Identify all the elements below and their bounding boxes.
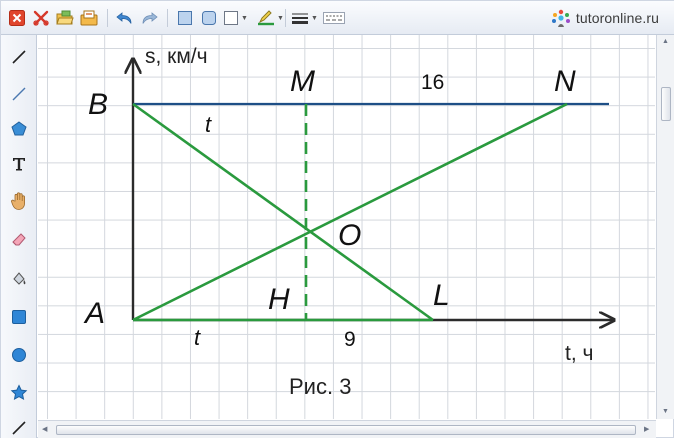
vertical-scroll-thumb[interactable] xyxy=(661,87,671,121)
segment-label-mn: 16 xyxy=(421,71,444,94)
scroll-up-icon[interactable]: ▲ xyxy=(662,38,669,45)
brush-tool-icon[interactable] xyxy=(8,417,30,438)
brand-logo: tutoronline.ru xyxy=(550,8,659,28)
fill-tool-icon[interactable] xyxy=(8,267,30,289)
fill-color-icon xyxy=(224,11,238,25)
close-icon[interactable] xyxy=(7,8,27,28)
hand-tool-icon[interactable] xyxy=(8,190,30,212)
polygon-tool-icon[interactable] xyxy=(8,118,30,140)
line-style-dropdown[interactable] xyxy=(323,8,345,28)
y-axis-label: s, км/ч xyxy=(145,45,208,68)
segment-label-top-t: t xyxy=(205,112,212,137)
tutoronline-logo-icon xyxy=(551,9,570,27)
text-tool-icon[interactable] xyxy=(8,153,30,175)
brand-name: tutoronline.ru xyxy=(575,10,659,26)
scroll-left-icon[interactable]: ◀ xyxy=(42,426,47,433)
circle-tool-icon[interactable] xyxy=(8,344,30,366)
undo-icon[interactable] xyxy=(115,8,135,28)
rectangle-tool-icon[interactable] xyxy=(8,306,30,328)
line-width-icon xyxy=(292,13,308,24)
point-label-l: L xyxy=(433,279,450,312)
pen-color-dropdown[interactable]: ▼ xyxy=(257,8,284,28)
drawing-canvas[interactable]: s, км/ч t, ч B A M N O H L t t 16 9 Рис.… xyxy=(38,35,655,419)
horizontal-scrollbar[interactable]: ◀ ▶ xyxy=(38,420,656,438)
horizontal-scroll-thumb[interactable] xyxy=(56,425,636,435)
line-an xyxy=(132,102,568,322)
line-style-icon xyxy=(323,12,345,24)
figure-caption: Рис. 3 xyxy=(289,374,351,399)
segment-label-hl: 9 xyxy=(344,328,356,351)
line-tool-icon[interactable] xyxy=(8,83,30,105)
point-label-n: N xyxy=(554,65,576,98)
point-label-m: M xyxy=(290,65,315,98)
scroll-down-icon[interactable]: ▼ xyxy=(662,408,669,415)
vertical-scrollbar[interactable]: ▲ ▼ xyxy=(656,35,674,419)
redo-icon[interactable] xyxy=(139,8,159,28)
point-label-h: H xyxy=(268,283,290,316)
open-file-icon[interactable] xyxy=(55,8,75,28)
line-width-dropdown[interactable]: ▼ xyxy=(291,8,318,28)
segment-label-bottom-t: t xyxy=(194,325,201,350)
chevron-down-icon: ▼ xyxy=(241,14,248,22)
delete-icon[interactable] xyxy=(31,8,51,28)
star-tool-icon[interactable] xyxy=(8,382,30,404)
geometry-figure: s, км/ч t, ч B A M N O H L t t 16 9 Рис.… xyxy=(83,45,655,399)
chevron-down-icon: ▼ xyxy=(277,14,284,22)
square-shape-icon[interactable] xyxy=(175,8,195,28)
pen-color-icon xyxy=(258,10,274,26)
chevron-down-icon: ▼ xyxy=(311,14,318,22)
point-label-a: A xyxy=(83,297,105,330)
pencil-tool-icon[interactable] xyxy=(8,46,30,68)
save-icon[interactable] xyxy=(79,8,99,28)
eraser-tool-icon[interactable] xyxy=(8,228,30,250)
whiteboard-app: ▼ ▼ ▼ tutoronline.ru s, км/ч t, ч B A M … xyxy=(0,0,674,438)
top-toolbar: ▼ ▼ ▼ tutoronline.ru xyxy=(1,1,674,35)
rounded-square-icon[interactable] xyxy=(199,8,219,28)
point-label-b: B xyxy=(88,88,108,121)
fill-color-dropdown[interactable]: ▼ xyxy=(223,8,248,28)
left-toolbar xyxy=(1,35,37,438)
scroll-right-icon[interactable]: ▶ xyxy=(644,426,649,433)
point-label-o: O xyxy=(338,219,361,252)
x-axis-label: t, ч xyxy=(565,342,593,365)
